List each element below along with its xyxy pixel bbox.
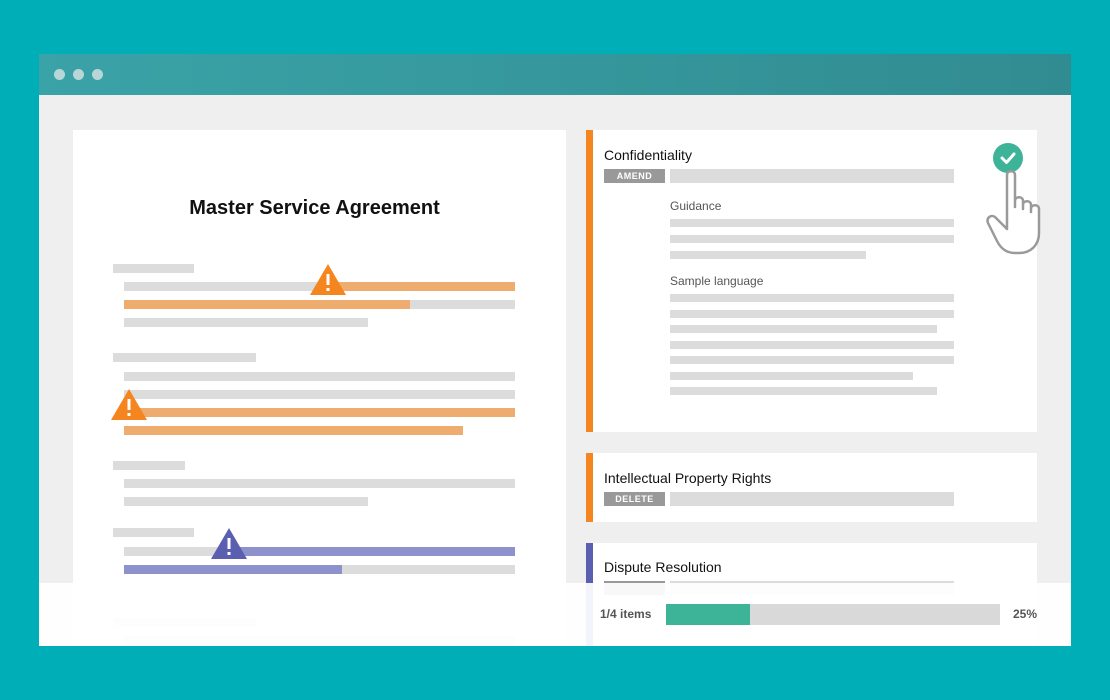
- clause-card-intellectual-property[interactable]: Intellectual Property Rights DELETE: [586, 453, 1037, 522]
- progress-bar-fill: [666, 604, 750, 625]
- sample-line: [670, 310, 954, 318]
- guidance-line: [670, 235, 954, 243]
- card-summary-placeholder: [670, 169, 954, 183]
- flagged-text-line[interactable]: [328, 282, 515, 291]
- section-heading-placeholder: [113, 528, 194, 537]
- sample-line: [670, 372, 913, 380]
- section-heading-placeholder: [113, 264, 194, 273]
- text-line: [124, 479, 515, 488]
- document-panel: Master Service Agreement: [73, 130, 566, 646]
- progress-percent: 25%: [1013, 607, 1038, 621]
- sample-line: [670, 325, 937, 333]
- window-minimize-button[interactable]: [73, 69, 84, 80]
- flagged-text-line[interactable]: [225, 547, 515, 556]
- sample-line: [670, 387, 937, 395]
- warning-icon[interactable]: [309, 263, 347, 296]
- sample-language-label: Sample language: [670, 274, 764, 288]
- card-title: Confidentiality: [604, 147, 692, 163]
- text-line: [124, 372, 515, 381]
- hand-pointer-icon: [986, 170, 1041, 255]
- text-line: [124, 318, 368, 327]
- flagged-text-line[interactable]: [124, 565, 342, 574]
- guidance-label: Guidance: [670, 199, 722, 213]
- clause-card-confidentiality[interactable]: Confidentiality AMEND Guidance Sample la…: [586, 130, 1037, 432]
- amend-tag[interactable]: AMEND: [604, 169, 665, 183]
- warning-icon[interactable]: [210, 527, 248, 560]
- text-line: [124, 497, 368, 506]
- guidance-line: [670, 251, 866, 259]
- sample-line: [670, 356, 954, 364]
- flagged-text-line[interactable]: [124, 300, 410, 309]
- window-close-button[interactable]: [54, 69, 65, 80]
- card-summary-placeholder: [670, 492, 954, 506]
- sample-line: [670, 294, 954, 302]
- flagged-text-line[interactable]: [124, 408, 515, 417]
- card-accent: [586, 130, 593, 432]
- guidance-line: [670, 219, 954, 227]
- delete-tag[interactable]: DELETE: [604, 492, 665, 506]
- progress-footer: 1/4 items 25%: [39, 583, 1071, 646]
- sample-line: [670, 341, 954, 349]
- flagged-text-line[interactable]: [124, 426, 463, 435]
- section-heading-placeholder: [113, 353, 256, 362]
- card-accent: [586, 453, 593, 522]
- text-line: [124, 390, 515, 399]
- section-heading-placeholder: [113, 461, 185, 470]
- card-title: Intellectual Property Rights: [604, 470, 772, 486]
- window-maximize-button[interactable]: [92, 69, 103, 80]
- document-title: Master Service Agreement: [189, 197, 440, 219]
- progress-count: 1/4 items: [600, 607, 652, 621]
- card-title: Dispute Resolution: [604, 559, 722, 575]
- warning-icon[interactable]: [110, 388, 148, 421]
- app-window: Master Service Agreement Confidentiality…: [39, 54, 1071, 646]
- progress-bar: [666, 604, 1000, 625]
- title-bar: [39, 54, 1071, 95]
